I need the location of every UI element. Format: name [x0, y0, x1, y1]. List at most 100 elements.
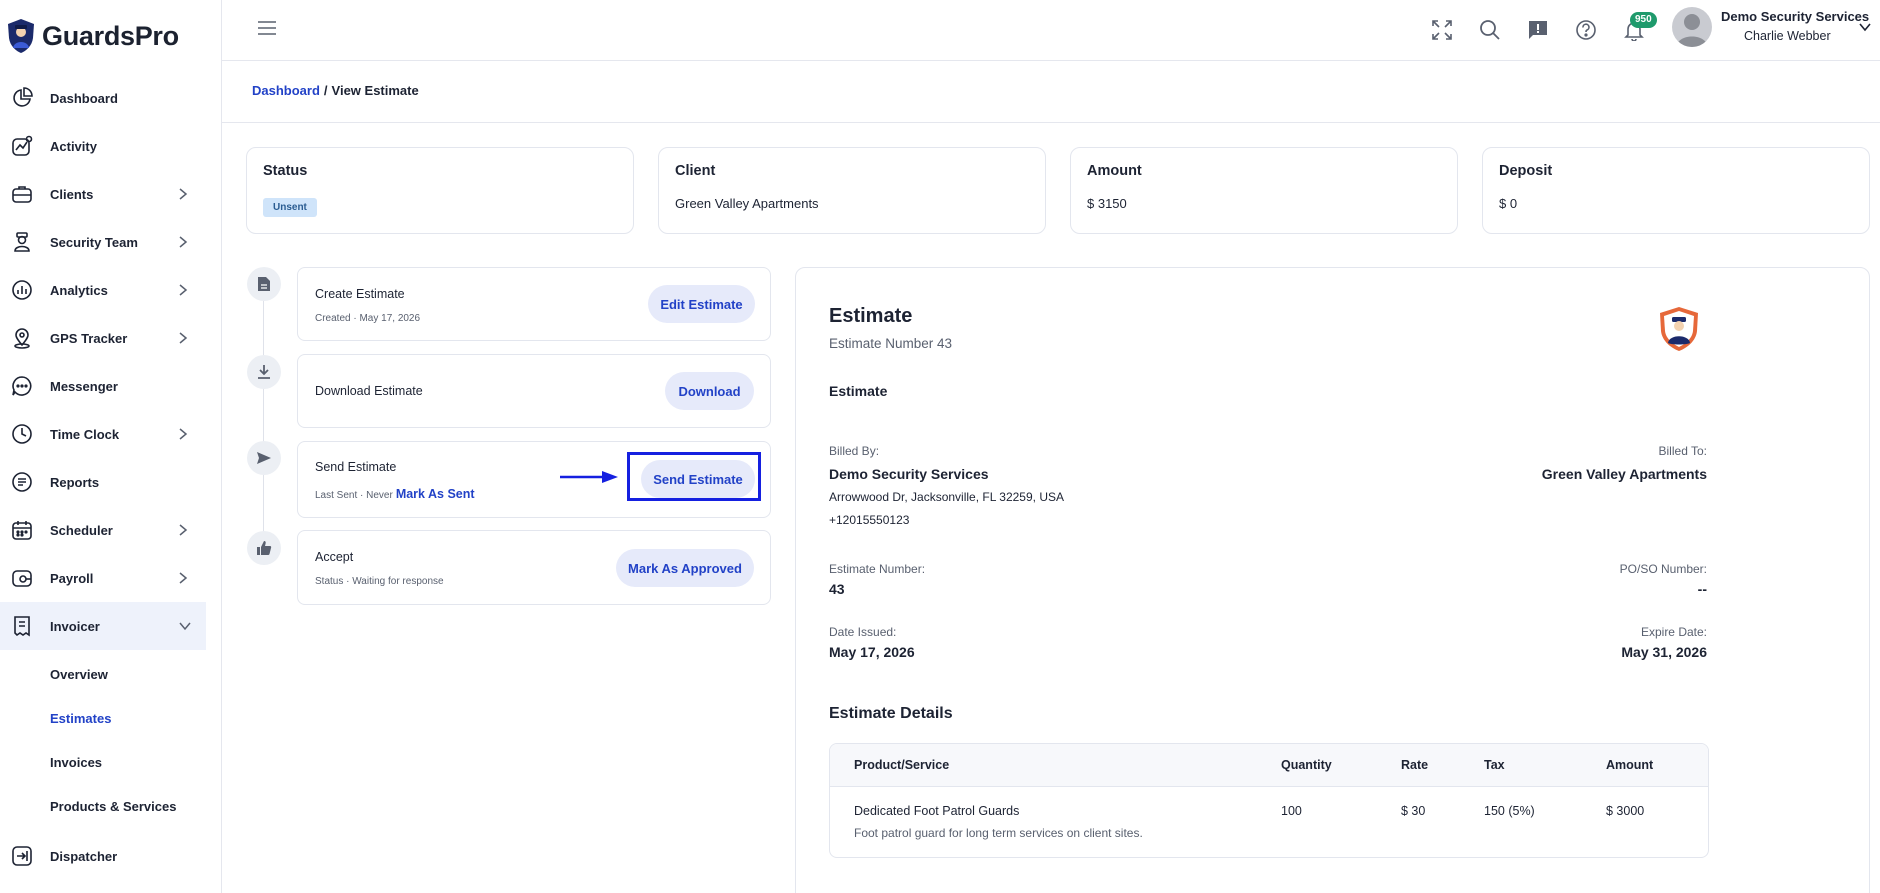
status-card-title: Status — [263, 163, 308, 179]
activity-icon — [10, 134, 34, 158]
column-header-quantity: Quantity — [1281, 758, 1332, 772]
guard-shield-logo-icon — [8, 19, 34, 53]
pointer-arrow-icon — [560, 471, 618, 483]
invoice-icon — [10, 614, 34, 638]
sidebar-item-scheduler[interactable]: Scheduler — [0, 506, 222, 554]
mark-as-sent-link[interactable]: Mark As Sent — [396, 487, 475, 501]
breadcrumb-bar: Dashboard / View Estimate — [222, 62, 1880, 123]
breadcrumb: Dashboard / View Estimate — [252, 83, 419, 98]
estimate-title: Estimate — [829, 305, 913, 327]
cell-tax: 150 (5%) — [1484, 804, 1535, 818]
date-issued-label: Date Issued: — [829, 625, 897, 639]
amount-card-value: $ 3150 — [1087, 196, 1127, 211]
step-title: Send Estimate — [315, 460, 397, 474]
chat-bubble-icon — [10, 374, 34, 398]
column-header-product: Product/Service — [854, 758, 950, 772]
column-header-rate: Rate — [1401, 758, 1429, 772]
status-card: Status Unsent — [246, 147, 634, 234]
amount-card-title: Amount — [1087, 163, 1142, 179]
brand-name: GuardsPro — [42, 20, 179, 51]
step-title: Download Estimate — [315, 384, 423, 398]
chevron-right-icon — [179, 332, 188, 344]
subnav-products-services[interactable]: Products & Services — [0, 784, 222, 828]
sidebar-nav: Dashboard Activity Clients Security Team… — [0, 74, 222, 880]
timeline-dot-accept — [247, 531, 281, 565]
feedback-icon[interactable] — [1524, 16, 1552, 44]
date-issued-value: May 17, 2026 — [829, 644, 915, 660]
sidebar-item-security-team[interactable]: Security Team — [0, 218, 222, 266]
sidebar-item-label: Analytics — [50, 282, 108, 298]
fullscreen-icon[interactable] — [1428, 16, 1456, 44]
billed-by-address: Arrowwood Dr, Jacksonville, FL 32259, US… — [829, 490, 1064, 504]
billed-by-name: Demo Security Services — [829, 466, 989, 482]
sidebar-item-label: Activity — [50, 138, 97, 154]
highlight-box — [627, 452, 761, 501]
sidebar-item-analytics[interactable]: Analytics — [0, 266, 222, 314]
step-create-estimate: Create Estimate Created · May 17, 2026 E… — [297, 267, 771, 341]
sidebar-item-clients[interactable]: Clients — [0, 170, 222, 218]
chevron-right-icon — [179, 572, 188, 584]
guard-icon — [10, 230, 34, 254]
breadcrumb-dashboard-link[interactable]: Dashboard — [252, 83, 320, 98]
mark-as-approved-button[interactable]: Mark As Approved — [616, 549, 754, 587]
sidebar-item-label: Messenger — [50, 378, 118, 394]
user-name[interactable]: Charlie Webber — [1744, 29, 1831, 43]
deposit-card-title: Deposit — [1499, 163, 1553, 179]
subnav-overview[interactable]: Overview — [0, 652, 222, 696]
download-button[interactable]: Download — [665, 372, 754, 410]
estimate-details-title: Estimate Details — [829, 705, 953, 722]
estimate-number-label: Estimate Number: — [829, 562, 926, 576]
edit-estimate-button[interactable]: Edit Estimate — [648, 285, 755, 323]
sidebar-item-time-clock[interactable]: Time Clock — [0, 410, 222, 458]
sidebar-item-payroll[interactable]: Payroll — [0, 554, 222, 602]
deposit-card-value: $ 0 — [1499, 196, 1518, 211]
thumbs-up-icon — [257, 541, 272, 555]
client-card: Client Green Valley Apartments — [658, 147, 1046, 234]
breadcrumb-current: View Estimate — [331, 83, 419, 98]
notification-count-badge: 950 — [1630, 12, 1657, 28]
timeline-dot-send — [247, 441, 281, 475]
app-root: GuardsPro Dashboard Activity Clients Sec… — [0, 0, 1880, 893]
status-badge: Unsent — [263, 198, 317, 217]
timeline-dot-create — [247, 267, 281, 301]
chevron-down-icon[interactable] — [1858, 22, 1872, 32]
sidebar-item-dashboard[interactable]: Dashboard — [0, 74, 222, 122]
po-number-value: -- — [1697, 581, 1707, 597]
sidebar-item-invoicer[interactable]: Invoicer — [0, 602, 206, 650]
location-pin-icon — [10, 326, 34, 350]
sidebar-item-reports[interactable]: Reports — [0, 458, 222, 506]
table-header: Product/Service Quantity Rate Tax Amount — [830, 744, 1708, 787]
search-icon[interactable] — [1476, 16, 1504, 44]
sidebar-item-label: GPS Tracker — [50, 330, 128, 346]
client-card-value: Green Valley Apartments — [675, 196, 819, 211]
step-title: Create Estimate — [315, 287, 405, 301]
timeline-dot-download — [247, 355, 281, 389]
cell-rate: $ 30 — [1401, 804, 1426, 818]
help-icon[interactable] — [1572, 16, 1600, 44]
company-logo-icon — [1660, 307, 1698, 351]
sidebar-item-label: Dispatcher — [50, 848, 118, 864]
sidebar-item-label: Security Team — [50, 234, 138, 250]
avatar[interactable] — [1672, 7, 1712, 47]
subnav-invoices[interactable]: Invoices — [0, 740, 222, 784]
briefcase-icon — [10, 182, 34, 206]
user-company[interactable]: Demo Security Services — [1721, 9, 1869, 24]
column-header-amount: Amount — [1606, 758, 1654, 772]
hamburger-menu-icon[interactable] — [256, 18, 278, 38]
chevron-right-icon — [179, 284, 188, 296]
column-header-tax: Tax — [1484, 758, 1505, 772]
pie-chart-icon — [10, 86, 34, 110]
sidebar-item-activity[interactable]: Activity — [0, 122, 222, 170]
brand-logo[interactable]: GuardsPro — [6, 18, 179, 54]
subnav-estimates[interactable]: Estimates — [0, 696, 222, 740]
sidebar-item-dispatcher[interactable]: Dispatcher — [0, 832, 222, 880]
cell-amount: $ 3000 — [1606, 804, 1645, 818]
estimate-number-value: 43 — [829, 581, 845, 597]
step-subtitle: Last Sent · Never Mark As Sent — [315, 487, 475, 501]
sidebar-item-gps-tracker[interactable]: GPS Tracker — [0, 314, 222, 362]
chevron-right-icon — [179, 188, 188, 200]
sidebar-item-messenger[interactable]: Messenger — [0, 362, 222, 410]
amount-card: Amount $ 3150 — [1070, 147, 1458, 234]
top-bar: 950 Demo Security Services Charlie Webbe… — [222, 0, 1880, 61]
cell-quantity: 100 — [1281, 804, 1302, 818]
